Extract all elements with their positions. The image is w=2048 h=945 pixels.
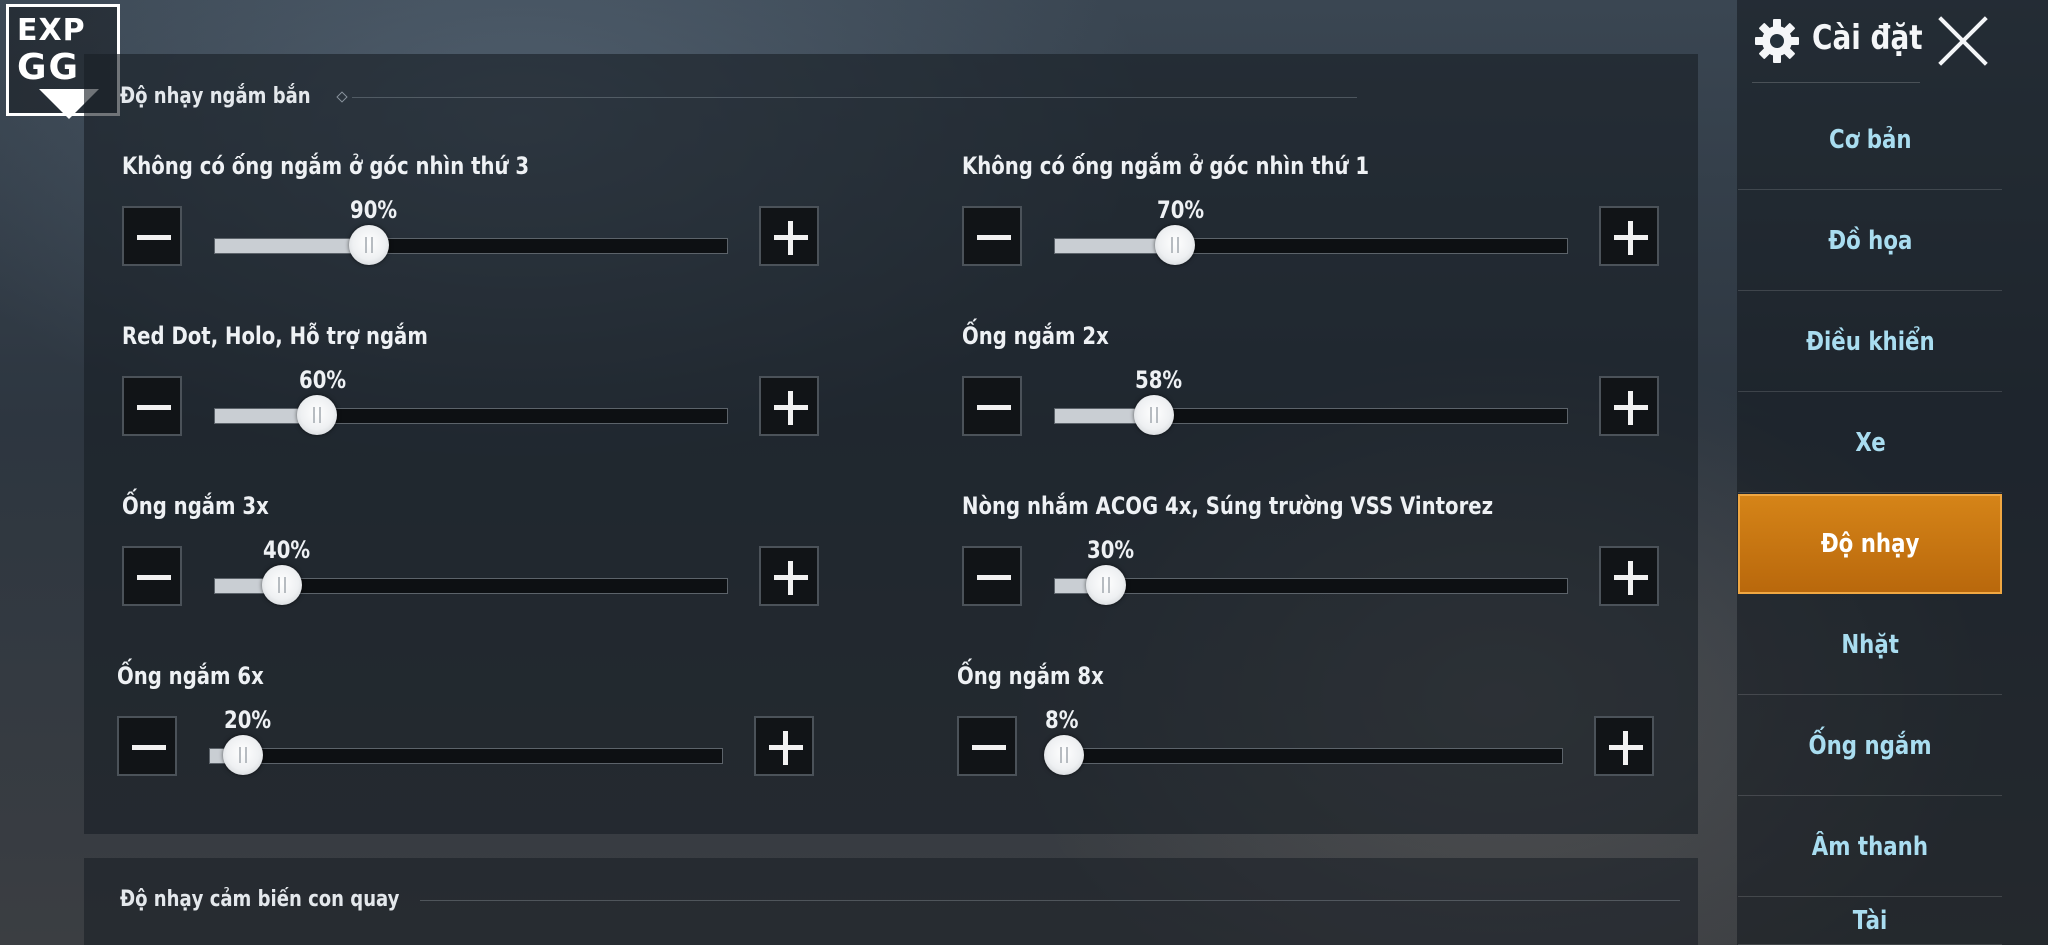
sidebar-nav-label: Nhặt [1841, 629, 1899, 660]
logo-line-2: GG [17, 47, 81, 88]
setting-value: 8% [1044, 706, 1079, 734]
setting-value: 40% [262, 536, 310, 564]
sensitivity-slider[interactable] [1043, 735, 1563, 775]
decrease-button[interactable] [957, 716, 1017, 776]
slider-thumb[interactable] [1155, 225, 1196, 265]
sidebar-nav-item[interactable]: Âm thanh [1738, 797, 2002, 897]
increase-button[interactable] [1594, 716, 1654, 776]
sidebar-nav-label: Xe [1854, 427, 1886, 458]
logo-line-1: EXP [17, 13, 86, 48]
slider-fill [215, 239, 369, 253]
decrease-button[interactable] [962, 206, 1022, 266]
setting-label: Không có ống ngắm ở góc nhìn thứ 1 [962, 152, 1370, 180]
setting-value: 20% [224, 706, 272, 734]
setting-value: 90% [350, 196, 398, 224]
section-divider-gyro [420, 900, 1680, 901]
slider-thumb[interactable] [297, 395, 338, 435]
decrease-button[interactable] [122, 546, 182, 606]
slider-thumb[interactable] [348, 225, 389, 265]
sidebar-nav-item[interactable]: Nhặt [1738, 595, 2002, 695]
slider-thumb[interactable] [261, 565, 302, 605]
slider-thumb[interactable] [1043, 735, 1084, 775]
increase-button[interactable] [1599, 376, 1659, 436]
sensitivity-setting: Ống ngắm 6x 20% [117, 662, 817, 792]
close-icon[interactable] [1936, 14, 1990, 68]
sensitivity-setting: Red Dot, Holo, Hỗ trợ ngắm 60% [122, 322, 822, 452]
increase-button[interactable] [1599, 546, 1659, 606]
sensitivity-setting: Ống ngắm 8x 8% [957, 662, 1657, 792]
decrease-button[interactable] [122, 376, 182, 436]
sidebar-nav-label: Ống ngắm [1808, 730, 1932, 761]
setting-label: Ống ngắm 8x [957, 662, 1104, 690]
sidebar-header-divider [1752, 82, 1920, 83]
decrease-button[interactable] [117, 716, 177, 776]
sensitivity-slider[interactable] [214, 395, 728, 435]
sensitivity-setting: Không có ống ngắm ở góc nhìn thứ 1 70% [962, 152, 1662, 282]
sidebar-title: Cài đặt [1812, 18, 1923, 58]
sensitivity-setting: Ống ngắm 3x 40% [122, 492, 822, 622]
sidebar-nav-item[interactable]: Tài [1738, 898, 2002, 945]
sensitivity-setting: Ống ngắm 2x 58% [962, 322, 1662, 452]
section-divider [352, 97, 1357, 98]
sidebar-nav-item[interactable]: Điều khiển [1738, 292, 2002, 392]
sensitivity-slider[interactable] [214, 225, 728, 265]
decrease-button[interactable] [962, 376, 1022, 436]
setting-value: 70% [1156, 196, 1204, 224]
sidebar-nav-label: Độ nhạy [1820, 529, 1920, 559]
setting-label: Ống ngắm 6x [117, 662, 264, 690]
decrease-button[interactable] [962, 546, 1022, 606]
slider-thumb[interactable] [1086, 565, 1127, 605]
sidebar-nav-item[interactable]: Xe [1738, 393, 2002, 493]
setting-value: 30% [1087, 536, 1135, 564]
sidebar-nav-item[interactable]: Cơ bản [1738, 90, 2002, 190]
setting-label: Red Dot, Holo, Hỗ trợ ngắm [122, 322, 428, 350]
sidebar-nav-label: Tài [1852, 906, 1888, 936]
sensitivity-slider[interactable] [1054, 565, 1568, 605]
setting-value: 58% [1135, 366, 1183, 394]
sensitivity-slider[interactable] [1054, 225, 1568, 265]
sidebar-nav-item[interactable]: Đồ họa [1738, 191, 2002, 291]
section-title-gyro: Độ nhạy cảm biến con quay [120, 887, 400, 912]
slider-thumb[interactable] [1133, 395, 1174, 435]
sidebar-nav-label: Cơ bản [1828, 124, 1912, 155]
decrease-button[interactable] [122, 206, 182, 266]
sensitivity-slider[interactable] [1054, 395, 1568, 435]
increase-button[interactable] [759, 376, 819, 436]
sidebar-nav-label: Điều khiển [1805, 326, 1935, 357]
sidebar-nav-label: Đồ họa [1827, 225, 1913, 256]
sensitivity-slider[interactable] [209, 735, 723, 775]
section-title: Độ nhạy ngắm bắn [120, 84, 311, 109]
increase-button[interactable] [759, 206, 819, 266]
increase-button[interactable] [1599, 206, 1659, 266]
setting-value: 60% [298, 366, 346, 394]
sensitivity-setting: Không có ống ngắm ở góc nhìn thứ 3 90% [122, 152, 822, 282]
sensitivity-slider[interactable] [214, 565, 728, 605]
setting-label: Ống ngắm 2x [962, 322, 1109, 350]
increase-button[interactable] [759, 546, 819, 606]
setting-label: Ống ngắm 3x [122, 492, 269, 520]
setting-label: Nòng nhắm ACOG 4x, Súng trường VSS Vinto… [962, 492, 1494, 520]
sidebar-nav-item[interactable]: Ống ngắm [1738, 696, 2002, 796]
sensitivity-setting: Nòng nhắm ACOG 4x, Súng trường VSS Vinto… [962, 492, 1662, 622]
setting-label: Không có ống ngắm ở góc nhìn thứ 3 [122, 152, 530, 180]
sidebar-nav-label: Âm thanh [1811, 831, 1929, 862]
increase-button[interactable] [754, 716, 814, 776]
gear-icon [1755, 19, 1799, 63]
slider-thumb[interactable] [223, 735, 264, 775]
sidebar-nav-item[interactable]: Độ nhạy [1738, 494, 2002, 594]
